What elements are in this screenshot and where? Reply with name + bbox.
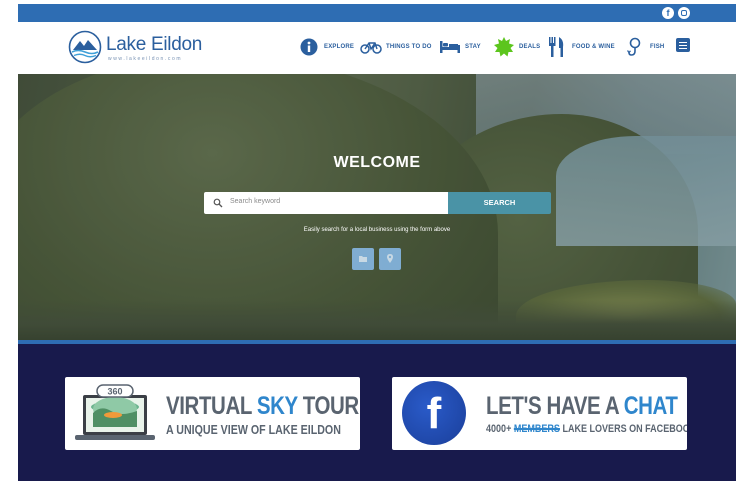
nav-deals[interactable]: DEALS [493,36,540,58]
site-header: Lake Eildon www.lakeeildon.com EXPLORE T… [18,22,736,74]
svg-text:360: 360 [107,387,122,397]
logo-title: Lake Eildon [106,34,202,55]
chat-subtitle: 4000+ MEMBERS LAKE LOVERS ON FACEBOOK [486,423,687,435]
map-pin-icon [387,254,393,263]
browse-categories-button[interactable] [352,248,374,270]
instagram-icon[interactable] [678,7,690,19]
hamburger-menu-icon[interactable] [676,38,690,52]
search-placeholder: Search keyword [230,198,281,205]
bed-icon [439,36,461,58]
info-icon [298,36,320,58]
facebook-icon[interactable]: f [662,7,674,19]
promo-section: 360 VIRTUAL SKY TOUR A UNIQUE VIEW OF LA… [18,344,736,481]
site-logo[interactable]: Lake Eildon www.lakeeildon.com [68,30,202,66]
nav-fish[interactable]: FISH [624,36,664,58]
mountain-lake-logo-icon [68,30,102,64]
starburst-icon [493,36,515,58]
nav-food-and-wine[interactable]: FOOD & WINE [546,36,615,58]
bicycle-icon [360,36,382,58]
virtual-sky-tour-card[interactable]: 360 VIRTUAL SKY TOUR A UNIQUE VIEW OF LA… [65,377,360,450]
nav-stay[interactable]: STAY [439,36,481,58]
search-button[interactable]: SEARCH [448,192,551,214]
tour-subtitle: A UNIQUE VIEW OF LAKE EILDON [166,422,341,437]
search-icon [213,198,223,208]
hero-banner: WELCOME Search keyword SEARCH Easily sea… [18,74,736,340]
fish-hook-icon [624,36,646,58]
facebook-chat-card[interactable]: f LET'S HAVE A CHAT 4000+ MEMBERS LAKE L… [392,377,687,450]
facebook-logo-icon: f [402,381,466,445]
logo-subtitle: www.lakeeildon.com [108,56,183,62]
chat-title: LET'S HAVE A CHAT [486,392,678,420]
tour-title: VIRTUAL SKY TOUR [166,392,359,420]
search-hint: Easily search for a local business using… [303,227,451,233]
search-input[interactable]: Search keyword [204,192,448,214]
nav-things-to-do[interactable]: THINGS TO DO [360,36,432,58]
folder-icon [359,256,367,262]
nav-explore[interactable]: EXPLORE [298,36,354,58]
top-social-bar: f [18,4,736,22]
page: f Lake Eildon www.lakeeildon.com EXPLORE [18,4,736,481]
laptop-360-icon: 360 [75,384,155,440]
fork-knife-icon [546,36,568,58]
hero-title: WELCOME [333,154,421,171]
map-view-button[interactable] [379,248,401,270]
